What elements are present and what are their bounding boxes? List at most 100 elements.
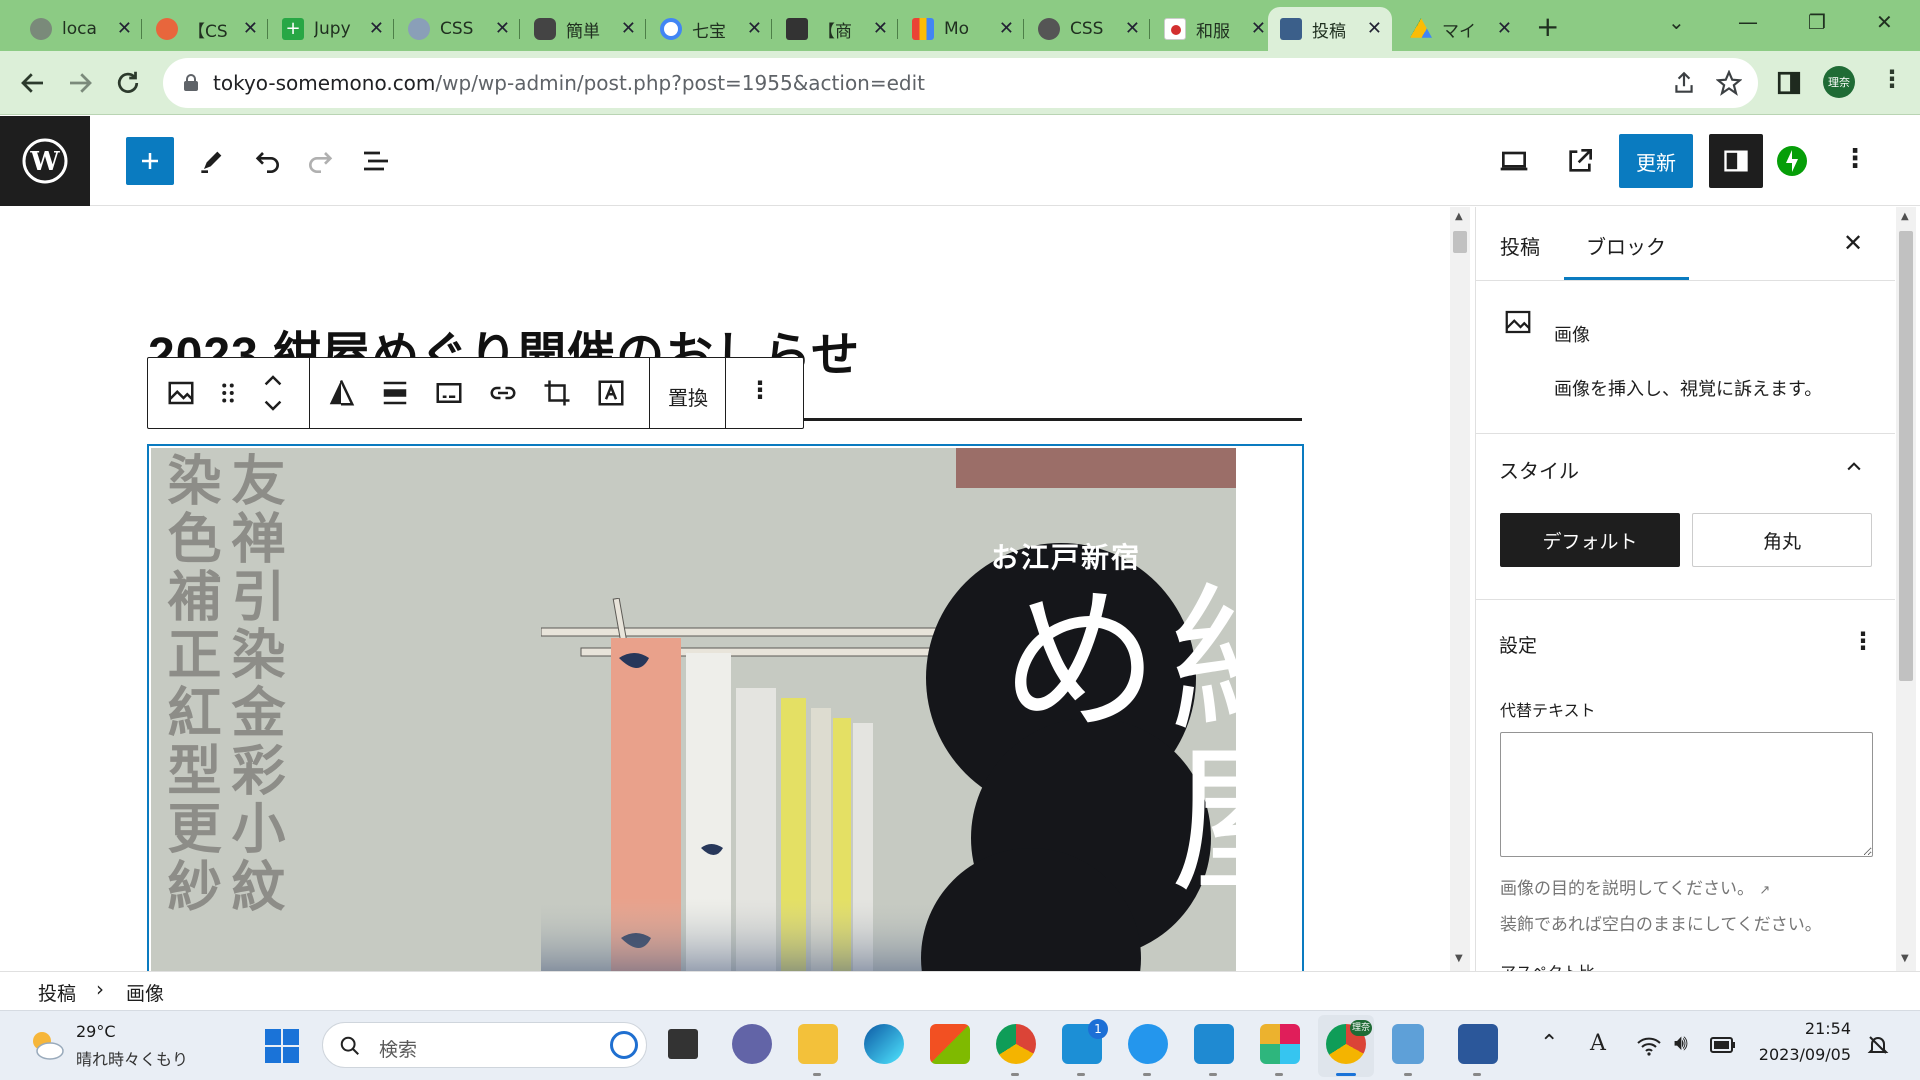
window-close-button[interactable]: ✕ [1876,10,1893,34]
scrollbar-thumb[interactable] [1453,231,1467,253]
update-button[interactable]: 更新 [1619,134,1693,188]
url-text[interactable]: tokyo-somemono.com/wp/wp-admin/post.php?… [213,71,925,95]
close-icon[interactable]: ✕ [243,18,258,39]
bookmark-star-icon[interactable] [1716,70,1742,96]
teams-chat-icon[interactable] [732,1024,772,1064]
alt-text-field[interactable] [1500,732,1873,857]
back-arrow-icon[interactable] [18,68,48,98]
minimize-button[interactable]: — [1738,10,1758,34]
tray-overflow-chevron-icon[interactable]: ⌃ [1540,1031,1558,1056]
browser-tab[interactable]: loca ✕ [18,7,142,51]
clock-time[interactable]: 21:54 [1755,1019,1851,1038]
battery-icon[interactable] [1710,1037,1736,1053]
wordpress-logo-icon[interactable]: W [0,116,90,206]
tab-block[interactable]: ブロック [1586,231,1666,260]
forward-arrow-icon[interactable] [65,68,95,98]
clock-date[interactable]: 2023/09/05 [1755,1045,1851,1064]
tab-post[interactable]: 投稿 [1500,231,1540,260]
volume-icon[interactable]: 🔊︎ [1674,1031,1688,1056]
style-default-button[interactable]: デフォルト [1500,513,1680,567]
browser-tab[interactable]: 和服 ✕ [1152,7,1276,51]
canvas-scrollbar[interactable]: ▲ ▼ [1450,207,1470,971]
link-icon[interactable] [488,378,518,408]
address-bar[interactable]: tokyo-somemono.com/wp/wp-admin/post.php?… [163,58,1758,108]
file-explorer-icon[interactable] [798,1024,838,1064]
vscode-icon[interactable] [1194,1024,1234,1064]
browser-tab[interactable]: CSS ✕ [1026,7,1150,51]
sidebar-scrollbar[interactable]: ▲ ▼ [1896,207,1916,971]
close-icon[interactable]: ✕ [1125,18,1140,39]
browser-tab[interactable]: 【CS ✕ [144,7,268,51]
close-icon[interactable]: ✕ [1367,18,1382,39]
docker-icon[interactable] [1128,1024,1168,1064]
windows-start-icon[interactable] [265,1029,299,1063]
browser-tab[interactable]: 簡単 ✕ [522,7,646,51]
wifi-icon[interactable] [1636,1035,1662,1057]
restore-button[interactable]: ❐ [1808,10,1826,34]
align-icon[interactable] [380,378,410,408]
close-sidebar-icon[interactable]: ✕ [1843,229,1863,257]
browser-tab[interactable]: + Jupy ✕ [270,7,394,51]
image-block[interactable]: 友禅引染金彩小紋 染色補正紅型更紗 お江戸新宿 め [147,444,1304,971]
alt-help-link[interactable]: 画像の目的を説明してください。 ↗ [1500,874,1770,899]
image-block-icon[interactable] [166,378,196,408]
close-icon[interactable]: ✕ [999,18,1014,39]
close-icon[interactable]: ✕ [873,18,888,39]
redo-icon[interactable] [305,145,337,177]
task-view-icon[interactable] [668,1029,698,1059]
new-tab-button[interactable]: + [1536,10,1559,43]
breadcrumb-item-post[interactable]: 投稿 [38,979,76,1006]
settings-panel-heading[interactable]: 設定 [1499,631,1537,658]
notepad-icon[interactable] [1392,1024,1424,1064]
undo-icon[interactable] [251,145,283,177]
browser-tab[interactable]: CSS ✕ [396,7,520,51]
scrollbar-thumb[interactable] [1899,231,1913,681]
style-rounded-button[interactable]: 角丸 [1692,513,1872,567]
profile-avatar[interactable]: 理奈 [1823,66,1855,98]
side-panel-icon[interactable] [1776,70,1802,96]
browser-tab[interactable]: マイ ✕ [1398,7,1522,51]
browser-menu-icon[interactable]: ⋮ [1880,65,1904,93]
ime-mode-icon[interactable]: A [1590,1031,1606,1056]
settings-options-icon[interactable]: ⋮ [1851,627,1875,655]
replace-button[interactable]: 置換 [668,382,708,411]
weather-description[interactable]: 晴れ時々くもり [76,1046,188,1070]
duotone-filter-icon[interactable] [326,378,356,408]
document-overview-icon[interactable] [360,145,392,177]
close-icon[interactable]: ✕ [117,18,132,39]
crop-icon[interactable] [542,378,572,408]
chevron-up-icon[interactable] [1844,457,1864,477]
move-up-down-icon[interactable] [258,372,288,414]
weather-partly-cloudy-icon[interactable] [26,1025,66,1065]
share-icon[interactable] [1671,70,1697,96]
notification-bell-icon[interactable] [1866,1033,1890,1057]
jetpack-icon[interactable] [1777,146,1807,176]
tab-search-icon[interactable]: ⌄ [1668,10,1685,34]
slack-icon[interactable] [1260,1024,1300,1064]
options-menu-icon[interactable]: ⋮ [1842,144,1868,174]
close-icon[interactable]: ✕ [1251,18,1266,39]
browser-tab[interactable]: 【商 ✕ [774,7,898,51]
text-over-image-icon[interactable] [596,378,626,408]
scroll-up-arrow[interactable]: ▲ [1455,211,1463,222]
close-icon[interactable]: ✕ [1497,18,1512,39]
taskbar-search[interactable]: 検索 [322,1022,647,1068]
styles-panel-heading[interactable]: スタイル [1499,455,1579,484]
close-icon[interactable]: ✕ [495,18,510,39]
view-post-external-icon[interactable] [1564,145,1596,177]
preview-desktop-icon[interactable] [1498,145,1530,177]
tools-pen-icon[interactable] [196,145,228,177]
scroll-down-arrow[interactable]: ▼ [1455,953,1463,964]
close-icon[interactable]: ✕ [621,18,636,39]
add-block-button[interactable] [126,137,174,185]
weather-temperature[interactable]: 29°C [76,1022,116,1041]
lock-icon[interactable] [183,74,199,92]
settings-sidebar-toggle[interactable] [1709,134,1763,188]
word-icon[interactable] [1458,1024,1498,1064]
browser-tab[interactable]: Mo ✕ [900,7,1024,51]
chrome-icon[interactable] [996,1024,1036,1064]
close-icon[interactable]: ✕ [747,18,762,39]
reload-icon[interactable] [113,68,143,98]
caption-icon[interactable] [434,378,464,408]
bing-icon[interactable] [610,1031,638,1059]
